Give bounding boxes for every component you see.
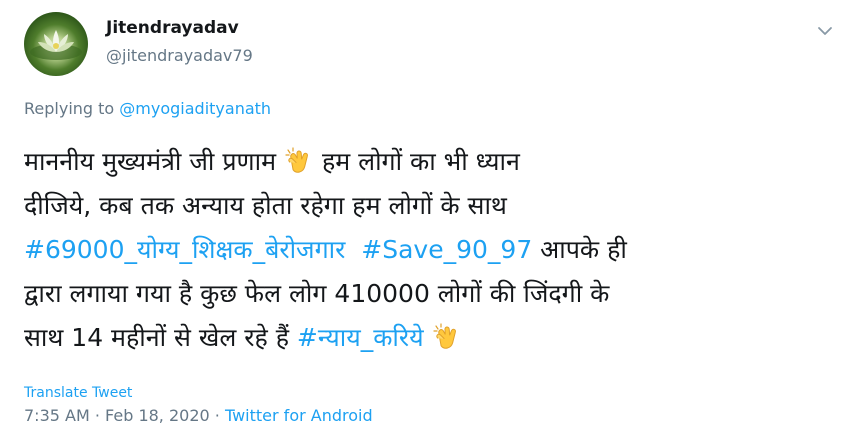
clapping-hands-icon [432, 322, 462, 352]
user-display-name[interactable]: Jitendrayadav [106, 18, 239, 38]
user-handle[interactable]: @jitendrayadav79 [106, 46, 253, 65]
tweet-meta: 7:35 AM · Feb 18, 2020 · Twitter for And… [24, 406, 373, 425]
chevron-down-icon[interactable] [816, 22, 834, 40]
lotus-avatar-image [30, 30, 82, 60]
avatar[interactable] [24, 12, 88, 76]
tweet-text-segment: माननीय मुख्यमंत्री जी प्रणाम [24, 147, 284, 176]
tweet-time[interactable]: 7:35 AM [24, 406, 90, 425]
translate-tweet-link[interactable]: Translate Tweet [24, 385, 132, 401]
tweet-line-3: #69000_योग्य_शिक्षक_बेरोजगार #Save_90_97… [24, 228, 814, 272]
hashtag-link[interactable]: #69000_योग्य_शिक्षक_बेरोजगार [24, 235, 345, 264]
tweet-card: Jitendrayadav @jitendrayadav79 Replying … [0, 0, 850, 441]
reply-mention-link[interactable]: @myogiadityanath [119, 99, 271, 118]
meta-separator: · [209, 406, 225, 425]
hashtag-link[interactable]: #Save_90_97 [361, 235, 532, 264]
meta-separator: · [89, 406, 106, 425]
tweet-line-4: द्वारा लगाया गया है कुछ फेल लोग 410000 ल… [24, 279, 610, 308]
hashtag-link[interactable]: #न्याय_करिये [297, 323, 424, 352]
tweet-text-segment: आपके ही [532, 235, 627, 264]
tweet-line-1: माननीय मुख्यमंत्री जी प्रणाम हम लोगों का… [24, 140, 814, 184]
tweet-line-5: साथ 14 महीनों से खेल रहे हैं #न्याय_करिय… [24, 316, 814, 360]
tweet-date[interactable]: Feb 18, 2020 [105, 406, 210, 425]
tweet-text: माननीय मुख्यमंत्री जी प्रणाम हम लोगों का… [24, 140, 814, 360]
replying-prefix: Replying to [24, 99, 120, 118]
tweet-source-link[interactable]: Twitter for Android [225, 406, 373, 425]
replying-to: Replying to @myogiadityanath [24, 99, 271, 118]
tweet-text-segment: साथ 14 महीनों से खेल रहे हैं [24, 323, 297, 352]
tweet-line-2: दीजिये, कब तक अन्याय होता रहेगा हम लोगों… [24, 191, 507, 220]
clapping-hands-icon [284, 146, 314, 176]
tweet-text-segment: हम लोगों का भी ध्यान [314, 147, 520, 176]
